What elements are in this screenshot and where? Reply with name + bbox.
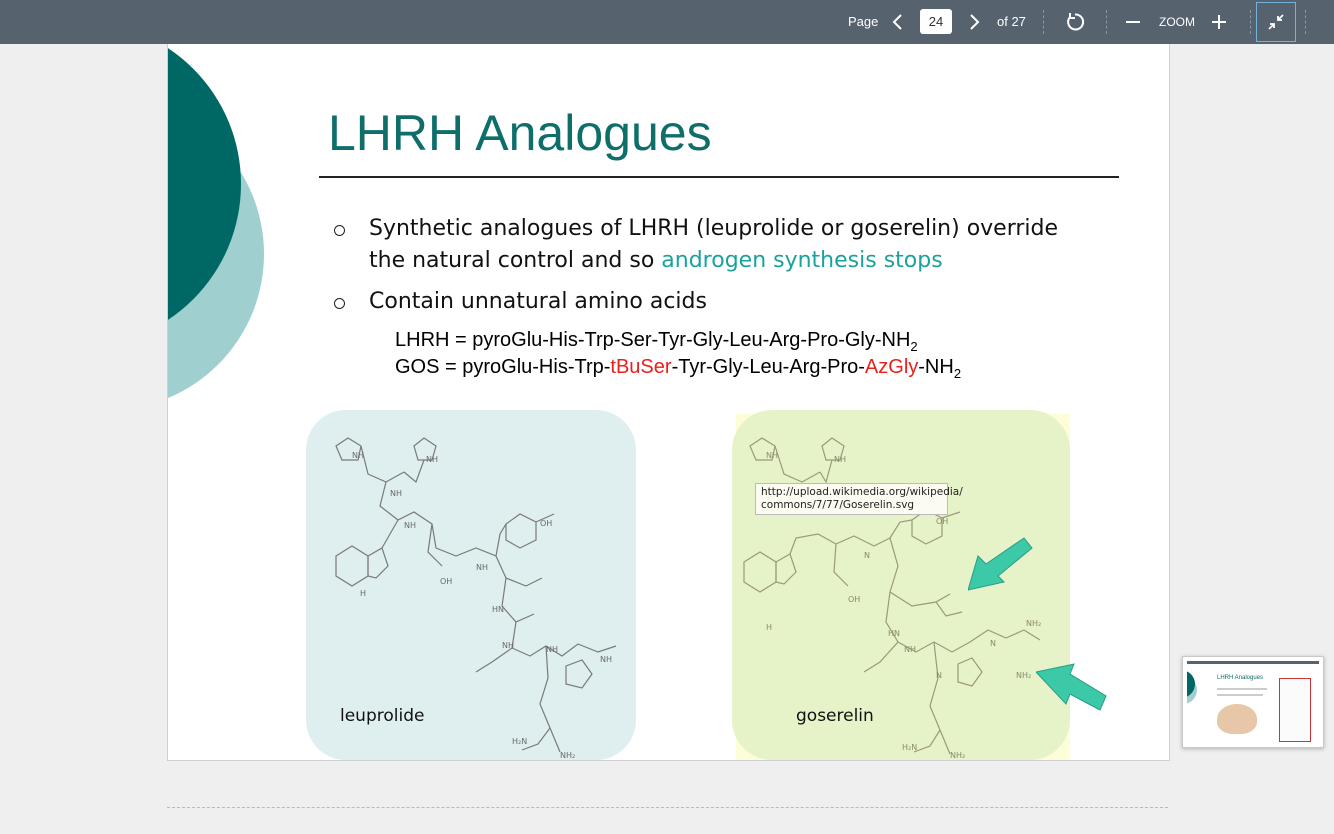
plus-icon: [1212, 15, 1226, 29]
chevron-right-icon: [970, 14, 980, 30]
svg-text:OH: OH: [440, 577, 452, 586]
toolbar-divider: [1250, 10, 1251, 34]
exit-fullscreen-button[interactable]: [1256, 2, 1296, 42]
total-pages-label: of 27: [997, 14, 1026, 29]
toolbar-divider: [1043, 10, 1044, 34]
svg-text:NH₂: NH₂: [950, 751, 965, 760]
gos-middle: -Tyr-Gly-Leu-Arg-Pro-: [671, 356, 865, 378]
gos-subscript: 2: [953, 366, 962, 381]
viewer-toolbar: Page 24 of 27 ZOOM: [0, 0, 1334, 44]
goserelin-label: goserelin: [796, 706, 874, 726]
svg-text:N: N: [864, 551, 870, 560]
svg-text:NH: NH: [390, 489, 402, 498]
thumbnail-circles: [1187, 671, 1197, 704]
zoom-label: ZOOM: [1159, 15, 1195, 29]
bullet-marker: [334, 225, 345, 236]
svg-text:NH: NH: [766, 451, 778, 460]
svg-text:N: N: [936, 671, 942, 680]
svg-text:NH: NH: [546, 645, 558, 654]
slide-thumbnail[interactable]: LHRH Analogues: [1182, 656, 1324, 748]
svg-text:NH: NH: [352, 451, 364, 460]
bullet-marker: [334, 298, 345, 309]
bullet-2: Contain unnatural amino acids: [369, 289, 707, 314]
svg-text:NH: NH: [834, 455, 846, 464]
svg-text:OH: OH: [540, 519, 552, 528]
svg-text:OH: OH: [936, 517, 948, 526]
thumbnail-text-line: [1217, 694, 1263, 696]
svg-text:HN: HN: [492, 605, 504, 614]
toolbar-divider: [1305, 10, 1306, 34]
svg-text:NH: NH: [404, 521, 416, 530]
url-tooltip: http://upload.wikimedia.org/wikipedia/ c…: [755, 483, 963, 515]
svg-text:NH: NH: [476, 563, 488, 572]
slide-title: LHRH Analogues: [328, 105, 712, 161]
collapse-icon: [1268, 14, 1284, 30]
minus-icon: [1126, 21, 1140, 23]
gos-suffix: -NH: [918, 356, 954, 378]
zoom-in-button[interactable]: [1211, 12, 1227, 32]
page-number-input[interactable]: 24: [920, 9, 952, 34]
lhrh-formula-text: LHRH = pyroGlu-His-Trp-Ser-Tyr-Gly-Leu-A…: [395, 329, 911, 351]
prev-page-button[interactable]: [890, 10, 906, 34]
lhrh-subscript: 2: [910, 339, 918, 354]
thumbnail-preview: LHRH Analogues: [1187, 661, 1319, 744]
gos-prefix: GOS = pyroGlu-His-Trp-: [395, 356, 611, 378]
thumbnail-title: LHRH Analogues: [1217, 675, 1264, 681]
svg-text:NH₂: NH₂: [1026, 619, 1041, 628]
svg-text:HN: HN: [888, 629, 900, 638]
leuprolide-label: leuprolide: [340, 706, 425, 726]
svg-text:H₂N: H₂N: [902, 743, 917, 752]
gos-formula: GOS = pyroGlu-His-Trp-tBuSer-Tyr-Gly-Leu…: [395, 356, 961, 381]
bullet-1: Synthetic analogues of LHRH (leuprolide …: [369, 213, 1058, 277]
bullet-1-line1: Synthetic analogues of LHRH (leuprolide …: [369, 216, 1059, 241]
title-underline: [319, 176, 1119, 178]
highlight-text: androgen synthesis stops: [661, 248, 943, 273]
svg-text:N: N: [990, 639, 996, 648]
svg-text:OH: OH: [848, 595, 860, 604]
slide-page: LHRH Analogues Synthetic analogues of LH…: [167, 44, 1170, 761]
page-separator: [167, 807, 1168, 808]
rotate-button[interactable]: [1064, 11, 1086, 33]
svg-text:NH₂: NH₂: [560, 751, 575, 760]
rotate-icon: [1067, 13, 1085, 31]
thumbnail-brain-image: [1217, 704, 1257, 734]
lhrh-formula: LHRH = pyroGlu-His-Trp-Ser-Tyr-Gly-Leu-A…: [395, 329, 918, 354]
next-page-button[interactable]: [966, 10, 982, 34]
svg-text:NH: NH: [426, 455, 438, 464]
arrow-icon: [968, 537, 1033, 591]
thumbnail-diagram: [1279, 678, 1311, 742]
toolbar-divider: [1106, 10, 1107, 34]
arrow-icon: [1036, 663, 1107, 711]
svg-text:H: H: [360, 589, 366, 598]
gos-mod-2: AzGly: [864, 356, 919, 378]
svg-text:H₂N: H₂N: [512, 737, 527, 746]
bullet-1-line2: the natural control and so androgen synt…: [369, 245, 1058, 277]
svg-text:NH: NH: [904, 645, 916, 654]
zoom-out-button[interactable]: [1125, 12, 1141, 32]
gos-mod-1: tBuSer: [610, 356, 672, 378]
page-label: Page: [848, 14, 879, 29]
svg-text:NH₂: NH₂: [1016, 671, 1031, 680]
tooltip-line-1: http://upload.wikimedia.org/wikipedia/: [761, 486, 963, 498]
svg-text:NH: NH: [502, 641, 514, 650]
tooltip-line-2: commons/7/77/Goserelin.svg: [761, 499, 915, 511]
svg-text:NH: NH: [600, 655, 612, 664]
svg-text:H: H: [766, 623, 772, 632]
thumbnail-text-line: [1217, 688, 1267, 690]
bullet-1-line2-text: the natural control and so: [369, 248, 662, 273]
decorative-circles: [168, 48, 264, 398]
chevron-left-icon: [892, 14, 902, 30]
